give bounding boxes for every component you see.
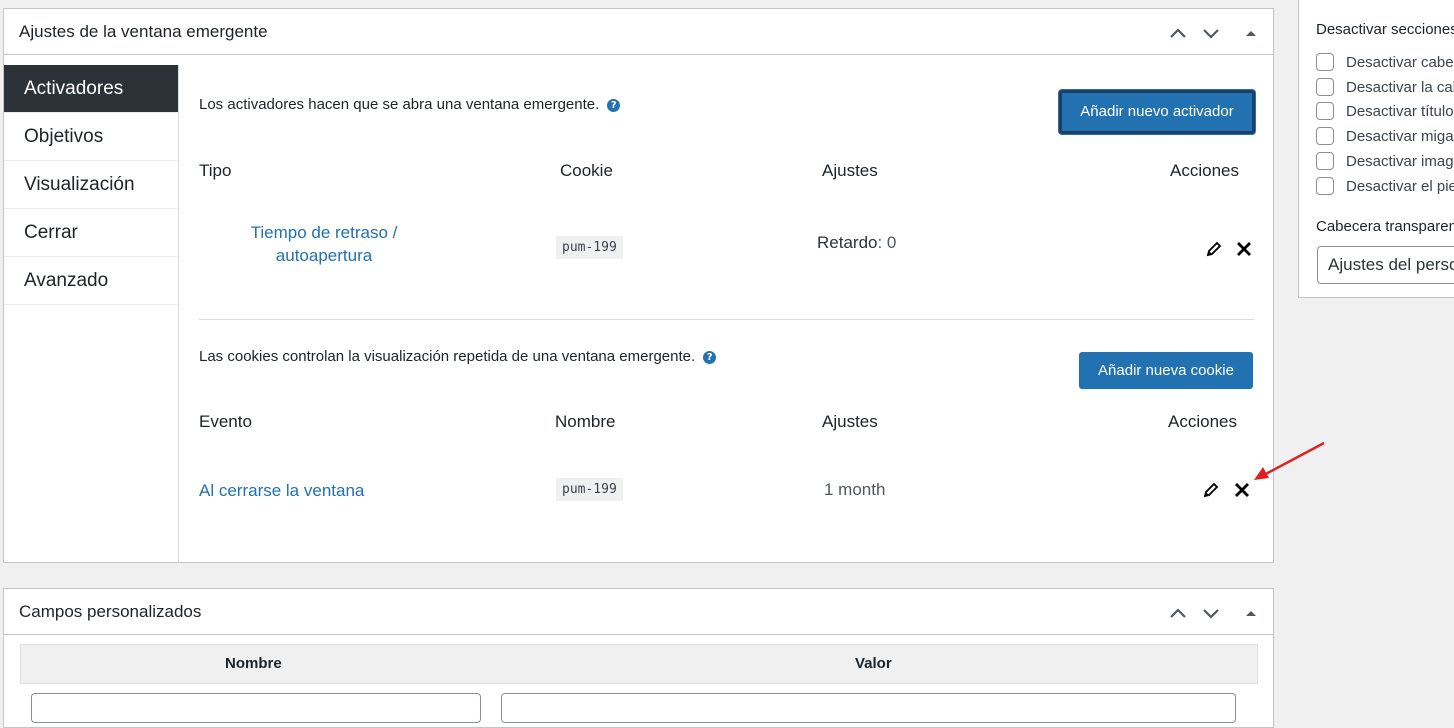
tab-avanzado[interactable]: Avanzado: [4, 257, 178, 305]
checkbox[interactable]: [1316, 78, 1334, 96]
triggers-intro: Los activadores hacen que se abra una ve…: [199, 96, 621, 113]
custom-fields-table-header: Nombre Valor: [20, 644, 1258, 684]
transparent-header-select[interactable]: Ajustes del personalizador: [1317, 246, 1454, 284]
add-cookie-button[interactable]: Añadir nueva cookie: [1079, 352, 1253, 389]
delete-cookie-icon[interactable]: [1233, 481, 1251, 499]
header-valor-cf: Valor: [855, 655, 892, 672]
triggers-panel: Los activadores hacen que se abra una ve…: [199, 65, 1255, 562]
header-tipo: Tipo: [199, 161, 232, 180]
move-down-icon[interactable]: [1200, 603, 1222, 623]
custom-fields-title: Campos personalizados: [19, 602, 202, 621]
delete-trigger-icon[interactable]: [1235, 240, 1253, 258]
transparent-header-label: Cabecera transparente: [1316, 218, 1454, 235]
trigger-cookie-code: pum-199: [556, 236, 623, 259]
checkbox[interactable]: [1316, 127, 1334, 145]
disable-sections-heading: Desactivar secciones: [1316, 21, 1454, 38]
move-up-icon[interactable]: [1167, 23, 1189, 43]
custom-field-value-input[interactable]: [501, 693, 1236, 723]
collapse-toggle-icon[interactable]: [1240, 23, 1262, 43]
trigger-settings: Retardo: 0: [817, 233, 897, 252]
cookie-event-link[interactable]: Al cerrarse la ventana: [199, 481, 364, 501]
annotation-arrow-icon: [1254, 441, 1325, 480]
checkbox[interactable]: [1316, 177, 1334, 195]
help-icon[interactable]: ?: [607, 99, 621, 112]
sidebar-panel: Desactivar secciones Desactivar cabecera…: [1298, 0, 1454, 298]
cookie-name-code: pum-199: [556, 478, 623, 501]
edit-trigger-icon[interactable]: [1205, 240, 1223, 258]
checkbox[interactable]: [1316, 102, 1334, 120]
header-ajustes: Ajustes: [822, 161, 878, 180]
move-up-icon[interactable]: [1167, 603, 1189, 623]
header-nombre-cf: Nombre: [225, 655, 282, 672]
cookie-settings: 1 month: [824, 480, 886, 499]
header-evento: Evento: [199, 412, 252, 431]
header-cookie: Cookie: [560, 161, 613, 180]
help-icon[interactable]: ?: [703, 351, 717, 364]
cookies-intro: Las cookies controlan la visualización r…: [199, 348, 717, 365]
tab-objetivos[interactable]: Objetivos: [4, 113, 178, 161]
header-ajustes-cookie: Ajustes: [822, 412, 878, 431]
popup-settings-header: Ajustes de la ventana emergente: [4, 9, 1273, 55]
checkbox[interactable]: [1316, 152, 1334, 170]
checkbox[interactable]: [1316, 53, 1334, 71]
tab-activadores[interactable]: Activadores: [4, 65, 178, 113]
custom-fields-header: Campos personalizados: [4, 589, 1273, 635]
trigger-type-link[interactable]: Tiempo de retraso / autoapertura: [234, 221, 414, 267]
tab-cerrar[interactable]: Cerrar: [4, 209, 178, 257]
header-acciones: Acciones: [1170, 161, 1239, 180]
popup-settings-box: Ajustes de la ventana emergente Activado…: [3, 8, 1274, 563]
move-down-icon[interactable]: [1200, 23, 1222, 43]
edit-cookie-icon[interactable]: [1202, 481, 1220, 499]
popup-settings-title: Ajustes de la ventana emergente: [19, 22, 268, 41]
collapse-toggle-icon[interactable]: [1240, 603, 1262, 623]
custom-field-name-input[interactable]: [31, 693, 481, 723]
custom-fields-box: Campos personalizados Nombre Valor: [3, 588, 1274, 728]
header-acciones-cookie: Acciones: [1168, 412, 1237, 431]
settings-tabs: Activadores Objetivos Visualización Cerr…: [4, 65, 179, 562]
add-trigger-button[interactable]: Añadir nuevo activador: [1059, 90, 1255, 134]
tab-visualizacion[interactable]: Visualización: [4, 161, 178, 209]
header-nombre: Nombre: [555, 412, 616, 431]
section-divider: [199, 319, 1254, 320]
